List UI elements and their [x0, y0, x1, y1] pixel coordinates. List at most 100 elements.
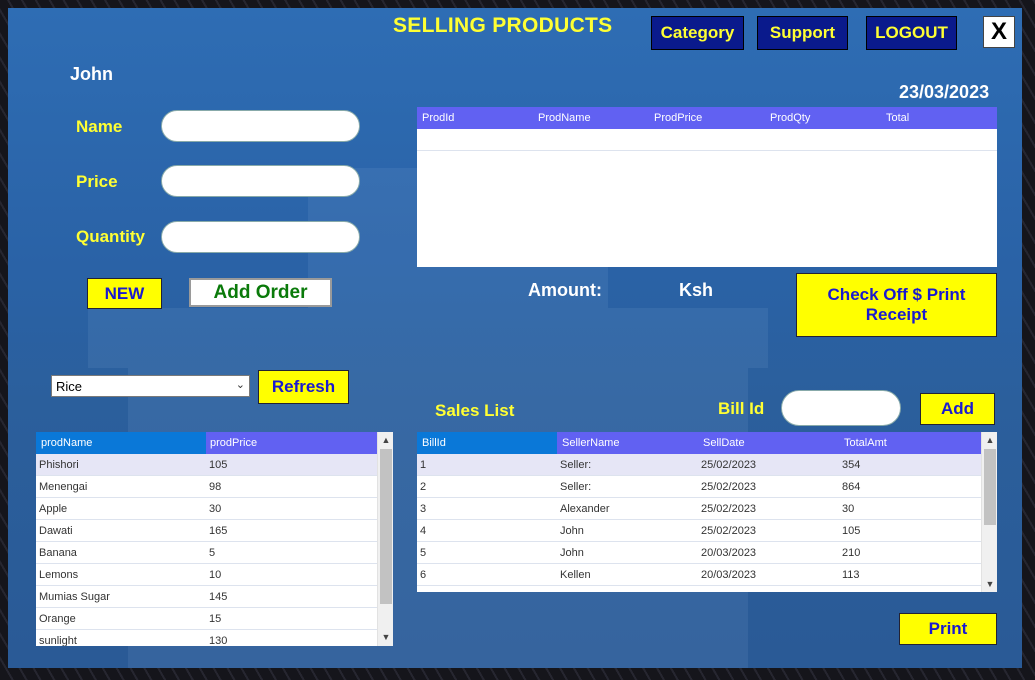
- cell-prod-price: 15: [209, 613, 222, 625]
- cell-prod-price: 130: [209, 635, 228, 646]
- cell-total-amt: 210: [842, 547, 861, 559]
- table-row[interactable]: 3 Alexander 25/02/2023 30: [417, 498, 981, 520]
- column-header[interactable]: BillId: [422, 437, 446, 449]
- table-row[interactable]: 4 John 25/02/2023 105: [417, 520, 981, 542]
- amount-label: Amount:: [528, 280, 602, 300]
- cell-prod-name: Banana: [39, 547, 77, 559]
- cell-sell-date: 25/02/2023: [701, 459, 757, 471]
- cell-total-amt: 864: [842, 481, 861, 493]
- column-header[interactable]: prodPrice: [210, 437, 257, 449]
- cell-prod-price: 10: [209, 569, 222, 581]
- cell-seller-name: Kellen: [560, 569, 591, 581]
- column-header[interactable]: prodName: [41, 437, 92, 449]
- cell-total-amt: 113: [842, 569, 860, 581]
- cell-prod-name: Phishori: [39, 459, 79, 471]
- cell-seller-name: Alexander: [560, 503, 610, 515]
- sales-list-title: Sales List: [435, 401, 515, 420]
- add-order-button[interactable]: Add Order: [189, 278, 332, 307]
- table-row[interactable]: Mumias Sugar 145: [36, 586, 377, 608]
- add-bill-button[interactable]: Add: [920, 393, 995, 425]
- name-label: Name: [76, 117, 123, 136]
- cell-bill-id: 4: [420, 525, 427, 537]
- current-date: 23/03/2023: [899, 82, 990, 102]
- products-grid[interactable]: prodName prodPrice Phishori 105 Menengai 98…: [36, 432, 393, 646]
- cell-sell-date: 25/02/2023: [701, 525, 757, 537]
- table-row[interactable]: Phishori 105: [36, 454, 377, 476]
- cell-prod-name: Lemons: [39, 569, 79, 581]
- table-row[interactable]: Banana 5: [36, 542, 377, 564]
- scroll-thumb[interactable]: [984, 449, 996, 525]
- products-scrollbar[interactable]: ▲ ▼: [377, 432, 393, 646]
- order-grid[interactable]: ProdId ProdName ProdPrice ProdQty Total: [417, 107, 997, 267]
- cell-bill-id: 3: [420, 503, 427, 515]
- order-grid-header: ProdId ProdName ProdPrice ProdQty Total: [417, 107, 997, 129]
- cell-prod-name: Orange: [39, 613, 76, 625]
- category-button[interactable]: Category: [651, 16, 744, 50]
- column-header[interactable]: SellerName: [562, 437, 619, 449]
- cell-prod-price: 145: [209, 591, 228, 603]
- chevron-down-icon: ⌄: [235, 379, 245, 391]
- support-button[interactable]: Support: [757, 16, 848, 50]
- cell-prod-name: Apple: [39, 503, 68, 515]
- cell-bill-id: 5: [420, 547, 427, 559]
- cell-sell-date: 25/02/2023: [701, 503, 757, 515]
- main-panel: SELLING PRODUCTS Category Support LOGOUT…: [8, 8, 1022, 668]
- price-label: Price: [76, 172, 118, 191]
- table-row[interactable]: 6 Kellen 20/03/2023 113: [417, 564, 981, 586]
- user-name: John: [70, 64, 113, 84]
- cell-prod-name: sunlight: [39, 635, 77, 646]
- products-grid-header: prodName prodPrice: [36, 432, 377, 454]
- category-selected: Rice: [56, 379, 83, 394]
- sales-scrollbar[interactable]: ▲ ▼: [981, 432, 997, 592]
- sales-grid[interactable]: BillId SellerName SellDate TotalAmt 1 Sel…: [417, 432, 997, 592]
- table-row[interactable]: Lemons 10: [36, 564, 377, 586]
- cell-prod-price: 105: [209, 459, 228, 471]
- print-button[interactable]: Print: [899, 613, 997, 645]
- bill-id-field[interactable]: [781, 390, 901, 426]
- column-header[interactable]: SellDate: [703, 437, 745, 449]
- cell-total-amt: 354: [842, 459, 861, 471]
- cell-prod-price: 5: [209, 547, 216, 559]
- column-header[interactable]: ProdQty: [770, 112, 810, 124]
- cell-prod-name: Dawati: [39, 525, 73, 537]
- close-button[interactable]: X: [983, 16, 1015, 48]
- scroll-up-icon[interactable]: ▲: [378, 433, 393, 447]
- cell-prod-price: 165: [209, 525, 228, 537]
- cell-prod-price: 98: [209, 481, 222, 493]
- cell-bill-id: 6: [420, 569, 427, 581]
- sales-grid-header: BillId SellerName SellDate TotalAmt: [417, 432, 981, 454]
- scroll-down-icon[interactable]: ▼: [982, 577, 997, 591]
- currency-label: Ksh: [679, 280, 714, 300]
- scroll-down-icon[interactable]: ▼: [378, 630, 393, 644]
- quantity-field[interactable]: [161, 221, 360, 253]
- scroll-up-icon[interactable]: ▲: [982, 433, 997, 447]
- table-row[interactable]: 5 John 20/03/2023 210: [417, 542, 981, 564]
- table-row[interactable]: 1 Seller: 25/02/2023 354: [417, 454, 981, 476]
- table-row[interactable]: Orange 15: [36, 608, 377, 630]
- name-field[interactable]: [161, 110, 360, 142]
- refresh-button[interactable]: Refresh: [258, 370, 349, 404]
- column-header[interactable]: ProdName: [538, 112, 591, 124]
- price-field[interactable]: [161, 165, 360, 197]
- table-row[interactable]: 2 Seller: 25/02/2023 864: [417, 476, 981, 498]
- cell-sell-date: 20/03/2023: [701, 547, 757, 559]
- scroll-thumb[interactable]: [380, 449, 392, 604]
- column-header[interactable]: TotalAmt: [844, 437, 887, 449]
- logout-button[interactable]: LOGOUT: [866, 16, 957, 50]
- bill-id-label: Bill Id: [718, 399, 765, 418]
- table-row[interactable]: Menengai 98: [36, 476, 377, 498]
- table-row[interactable]: Dawati 165: [36, 520, 377, 542]
- background-shape: [88, 308, 768, 368]
- cell-sell-date: 25/02/2023: [701, 481, 757, 493]
- column-header[interactable]: ProdId: [422, 112, 454, 124]
- empty-row[interactable]: [417, 129, 997, 151]
- category-dropdown[interactable]: Rice ⌄: [51, 375, 250, 397]
- table-row[interactable]: sunlight 130: [36, 630, 377, 646]
- column-header[interactable]: Total: [886, 112, 909, 124]
- cell-seller-name: Seller:: [560, 459, 592, 471]
- cell-bill-id: 2: [420, 481, 427, 493]
- table-row[interactable]: Apple 30: [36, 498, 377, 520]
- checkout-print-button[interactable]: Check Off $ Print Receipt: [796, 273, 997, 337]
- new-button[interactable]: NEW: [87, 278, 162, 309]
- column-header[interactable]: ProdPrice: [654, 112, 702, 124]
